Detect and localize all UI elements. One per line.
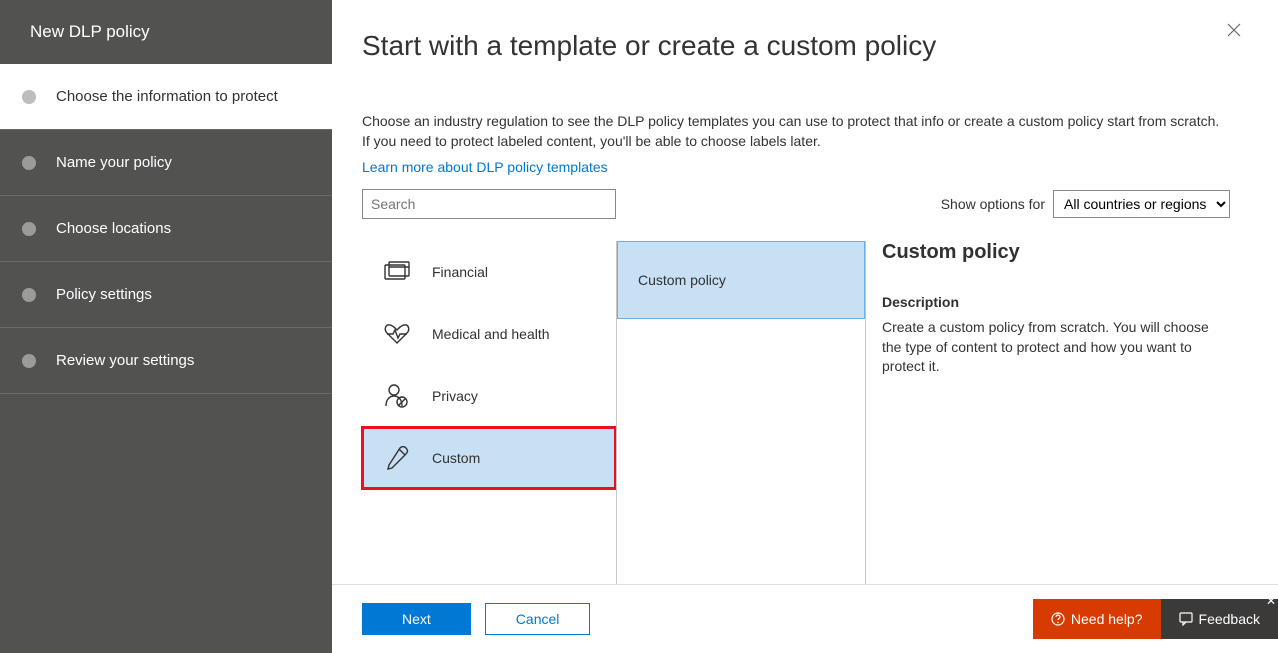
category-column: Financial Medical and health Privacy: [362, 241, 616, 584]
detail-title: Custom policy: [882, 241, 1230, 264]
financial-icon: [384, 259, 410, 285]
step-label: Name your policy: [56, 154, 172, 171]
custom-icon: [384, 445, 410, 471]
medical-icon: [384, 321, 410, 347]
step-bullet-icon: [22, 156, 36, 170]
step-choose-locations[interactable]: Choose locations: [0, 196, 332, 262]
step-bullet-icon: [22, 354, 36, 368]
category-label: Privacy: [432, 388, 478, 404]
step-label: Policy settings: [56, 286, 152, 303]
step-label: Review your settings: [56, 352, 194, 369]
show-options-label: Show options for: [941, 196, 1045, 212]
main-panel: Start with a template or create a custom…: [332, 0, 1278, 653]
wizard-steps: Choose the information to protect Name y…: [0, 64, 332, 394]
template-custom-policy[interactable]: Custom policy: [617, 241, 865, 319]
search-input[interactable]: [362, 189, 616, 219]
category-financial[interactable]: Financial: [362, 241, 616, 303]
category-privacy[interactable]: Privacy: [362, 365, 616, 427]
sidebar-title: New DLP policy: [0, 0, 332, 64]
feedback-button[interactable]: Feedback: [1161, 599, 1278, 639]
detail-column: Custom policy Description Create a custo…: [866, 241, 1230, 584]
detail-description: Create a custom policy from scratch. You…: [882, 318, 1230, 377]
footer-bar: Next Cancel ✕ Need help? Feedback: [332, 584, 1278, 653]
content-scroll[interactable]: Start with a template or create a custom…: [332, 0, 1278, 584]
show-options: Show options for All countries or region…: [941, 190, 1230, 218]
detail-description-heading: Description: [882, 294, 1230, 310]
controls-row: Show options for All countries or region…: [362, 189, 1230, 219]
close-icon: [1226, 22, 1242, 38]
step-bullet-icon: [22, 90, 36, 104]
step-policy-settings[interactable]: Policy settings: [0, 262, 332, 328]
template-picker: Financial Medical and health Privacy: [362, 241, 1230, 584]
feedback-icon: [1179, 612, 1193, 626]
next-button[interactable]: Next: [362, 603, 471, 635]
category-medical[interactable]: Medical and health: [362, 303, 616, 365]
category-label: Medical and health: [432, 326, 550, 342]
step-review[interactable]: Review your settings: [0, 328, 332, 394]
step-label: Choose the information to protect: [56, 88, 278, 105]
wizard-sidebar: New DLP policy Choose the information to…: [0, 0, 332, 653]
cancel-button[interactable]: Cancel: [485, 603, 591, 635]
step-bullet-icon: [22, 288, 36, 302]
help-label: Need help?: [1071, 611, 1143, 627]
need-help-button[interactable]: Need help?: [1033, 599, 1161, 639]
help-panel-close-icon[interactable]: ✕: [1266, 595, 1276, 607]
step-name-policy[interactable]: Name your policy: [0, 130, 332, 196]
feedback-label: Feedback: [1199, 611, 1260, 627]
category-label: Financial: [432, 264, 488, 280]
step-label: Choose locations: [56, 220, 171, 237]
close-button[interactable]: [1226, 22, 1242, 41]
category-custom[interactable]: Custom: [362, 427, 616, 489]
intro-text: Choose an industry regulation to see the…: [362, 112, 1230, 151]
template-label: Custom policy: [638, 272, 726, 288]
learn-more-link[interactable]: Learn more about DLP policy templates: [362, 159, 608, 175]
page-title: Start with a template or create a custom…: [362, 30, 1230, 62]
region-select[interactable]: All countries or regions: [1053, 190, 1230, 218]
footer-right: ✕ Need help? Feedback: [1033, 599, 1278, 639]
category-label: Custom: [432, 450, 480, 466]
template-column: Custom policy: [616, 241, 866, 584]
privacy-icon: [384, 383, 410, 409]
step-choose-info[interactable]: Choose the information to protect: [0, 64, 332, 130]
step-bullet-icon: [22, 222, 36, 236]
help-icon: [1051, 612, 1065, 626]
